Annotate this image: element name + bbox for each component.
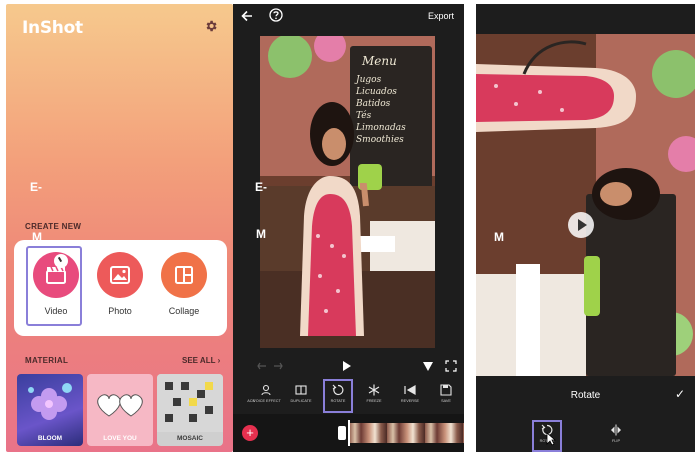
flip-button-label: FLIP (611, 439, 621, 443)
collage-icon (175, 266, 193, 284)
overlay-letter-m: M (256, 227, 266, 241)
video-preview[interactable]: Menu Jugos Licuados Batidos Tés Limonada… (260, 36, 435, 348)
home-screen: InShot E- M CREATE NEW Video Photo Colla… (6, 4, 233, 452)
material-bloom[interactable]: BLOOM (17, 374, 83, 446)
tool-duplicate-label: DUPLICATE (290, 399, 312, 403)
overlay-letter-m: M (494, 230, 504, 244)
tool-reverse[interactable]: REVERSE (392, 384, 428, 403)
see-all-label: SEE ALL (182, 356, 216, 365)
material-love-you-label: LOVE YOU (103, 435, 137, 442)
rotated-preview[interactable] (476, 34, 695, 376)
save-icon (428, 384, 464, 396)
flip-icon (602, 424, 630, 436)
clip-handle[interactable] (338, 426, 346, 440)
rotate-screen: M Rotate ✓ ROTATE FLIP (476, 4, 695, 452)
hearts-icon (97, 394, 143, 417)
menu-board-item: Limonadas (356, 123, 406, 133)
material-bloom-label: BLOOM (37, 435, 63, 442)
tool-duplicate[interactable]: DUPLICATE (283, 384, 319, 403)
editor-screen: Export Menu Jugos Licuados Batidos Tés L… (233, 4, 464, 452)
material-mosaic-label: MOSAIC (177, 435, 203, 442)
create-collage-label: Collage (168, 306, 200, 316)
flip-button[interactable]: FLIP (602, 424, 630, 443)
rotate-title: Rotate (570, 390, 601, 401)
create-new-label: CREATE NEW (25, 222, 82, 231)
confirm-check-icon[interactable]: ✓ (675, 387, 685, 401)
overlay-letter-e: E- (255, 180, 267, 194)
inshot-logo: InShot (22, 18, 83, 38)
play-button[interactable] (568, 212, 594, 238)
tool-freeze-label: FREEZE (366, 399, 382, 403)
editor-topbar: Export (233, 4, 464, 30)
rotated-cafe-photo (476, 34, 695, 376)
rotate-highlight-box (323, 379, 353, 413)
tool-save-label: SAVE (441, 399, 451, 403)
create-photo-button[interactable]: Photo (92, 252, 148, 316)
mosaic-pattern-icon (157, 374, 223, 432)
menu-board-title: Menu (362, 54, 397, 68)
cursor-icon (546, 432, 556, 446)
menu-board-item: Smoothies (356, 135, 404, 145)
clip-thumbnails[interactable] (349, 423, 464, 443)
menu-board-item: Licuados (356, 87, 397, 97)
tool-save[interactable]: SAVE (428, 384, 464, 403)
overlay-letter-e: E- (30, 180, 42, 194)
voice-effect-icon (249, 384, 285, 396)
tool-freeze[interactable]: FREEZE (356, 384, 392, 403)
back-arrow-icon[interactable] (241, 10, 253, 22)
chevron-right-icon: › (217, 356, 221, 365)
playhead[interactable] (348, 420, 350, 446)
gear-icon[interactable] (204, 19, 218, 33)
menu-board-item: Tés (356, 111, 372, 121)
create-photo-label: Photo (108, 306, 132, 316)
material-mosaic[interactable]: MOSAIC (157, 374, 223, 446)
freeze-icon (356, 384, 392, 396)
add-clip-button[interactable]: + (242, 425, 258, 441)
keyframe-icon[interactable] (421, 359, 435, 373)
material-love-you[interactable]: LOVE YOU (87, 374, 153, 446)
play-icon[interactable] (342, 360, 352, 372)
clock-icon (54, 254, 68, 268)
menu-board-item: Batidos (356, 99, 391, 109)
plus-icon: + (246, 425, 254, 440)
tool-voice-effect[interactable]: VOICE EFFECT (249, 384, 285, 403)
flower-icon (28, 383, 72, 420)
create-collage-button[interactable]: Collage (156, 252, 212, 316)
undo-icon[interactable] (257, 361, 267, 371)
tool-reverse-label: REVERSE (400, 399, 420, 403)
redo-icon[interactable] (273, 361, 283, 371)
fullscreen-icon[interactable] (445, 360, 457, 372)
duplicate-icon (283, 384, 319, 396)
create-collage-circle (161, 252, 207, 298)
see-all-link[interactable]: SEE ALL › (182, 356, 220, 365)
material-label: MATERIAL (25, 356, 69, 365)
create-photo-circle (97, 252, 143, 298)
cafe-scene-photo (260, 36, 435, 348)
help-icon[interactable] (269, 8, 283, 22)
image-icon (110, 266, 130, 284)
reverse-icon (392, 384, 428, 396)
playback-controls (233, 356, 464, 376)
tool-voice-effect-label: VOICE EFFECT (253, 399, 281, 403)
export-button[interactable]: Export (428, 11, 454, 21)
timeline[interactable]: + (233, 414, 464, 452)
menu-board-items: Jugos Licuados Batidos Tés Limonadas Smo… (356, 74, 406, 146)
menu-board-item: Jugos (356, 75, 382, 85)
